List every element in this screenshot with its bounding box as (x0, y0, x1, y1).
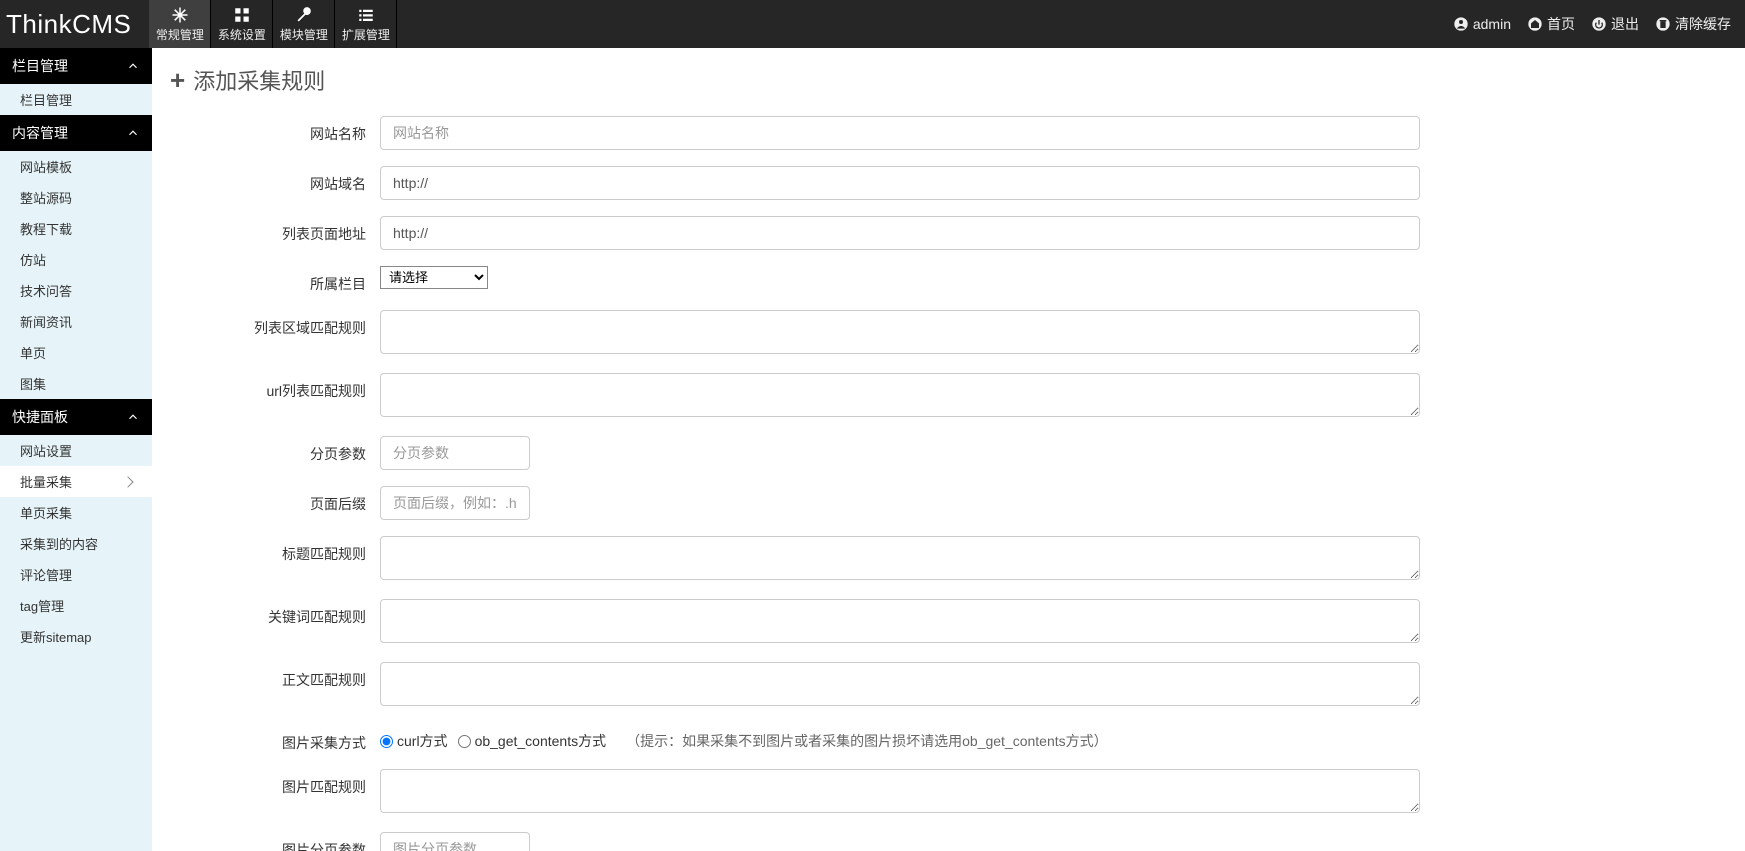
tab-system-settings[interactable]: 系统设置 (211, 0, 273, 48)
label-list-area-rule: 列表区域匹配规则 (170, 310, 380, 338)
sidebar-item-news[interactable]: 新闻资讯 (0, 306, 152, 337)
user-icon (1453, 16, 1469, 32)
top-tabs: 常规管理 系统设置 模块管理 扩展管理 (149, 0, 397, 48)
clear-cache-link[interactable]: 清除缓存 (1655, 14, 1731, 34)
chevron-right-icon (122, 476, 133, 487)
header-bar: ThinkCMS 常规管理 系统设置 模块管理 扩展管理 admin 首页 (0, 0, 1745, 48)
logo[interactable]: ThinkCMS (0, 0, 149, 48)
label-column: 所属栏目 (170, 266, 380, 294)
page-title: + 添加采集规则 (170, 64, 1721, 96)
chevron-up-icon (126, 410, 140, 424)
snowflake-icon (171, 6, 189, 24)
textarea-keyword-rule[interactable] (380, 599, 1420, 643)
logout-icon (1591, 16, 1607, 32)
textarea-list-area-rule[interactable] (380, 310, 1420, 354)
chevron-up-icon (126, 126, 140, 140)
home-icon (1527, 16, 1543, 32)
sidebar-item-qa[interactable]: 技术问答 (0, 275, 152, 306)
sidebar-item-templates[interactable]: 网站模板 (0, 151, 152, 182)
input-site-name[interactable] (380, 116, 1420, 150)
sidebar-item-tag[interactable]: tag管理 (0, 590, 152, 621)
sidebar-item-sitemap[interactable]: 更新sitemap (0, 621, 152, 652)
home-link[interactable]: 首页 (1527, 14, 1575, 34)
input-list-url[interactable] (380, 216, 1420, 250)
tab-extension-manage[interactable]: 扩展管理 (335, 0, 397, 48)
input-paging-param[interactable] (380, 436, 530, 470)
radio-obget[interactable]: ob_get_contents方式 (458, 731, 607, 751)
wrench-icon (295, 6, 313, 24)
sidebar-item-single-collect[interactable]: 单页采集 (0, 497, 152, 528)
label-page-suffix: 页面后缀 (170, 486, 380, 514)
sidebar-item-source[interactable]: 整站源码 (0, 182, 152, 213)
sidebar-group-content[interactable]: 内容管理 (0, 115, 152, 151)
label-keyword-rule: 关键词匹配规则 (170, 599, 380, 627)
input-page-suffix[interactable] (380, 486, 530, 520)
label-site-name: 网站名称 (170, 116, 380, 144)
input-site-domain[interactable] (380, 166, 1420, 200)
plus-icon: + (170, 67, 185, 93)
sidebar-item-collected[interactable]: 采集到的内容 (0, 528, 152, 559)
sidebar-item-tutorials[interactable]: 教程下载 (0, 213, 152, 244)
sidebar-item-clone[interactable]: 仿站 (0, 244, 152, 275)
tab-module-manage[interactable]: 模块管理 (273, 0, 335, 48)
chevron-up-icon (126, 59, 140, 73)
tab-general-manage[interactable]: 常规管理 (149, 0, 211, 48)
sidebar-item-comments[interactable]: 评论管理 (0, 559, 152, 590)
label-site-domain: 网站域名 (170, 166, 380, 194)
textarea-url-list-rule[interactable] (380, 373, 1420, 417)
label-body-rule: 正文匹配规则 (170, 662, 380, 690)
textarea-body-rule[interactable] (380, 662, 1420, 706)
input-image-paging[interactable] (380, 832, 530, 851)
label-paging-param: 分页参数 (170, 436, 380, 464)
sidebar-item-gallery[interactable]: 图集 (0, 368, 152, 399)
label-image-method: 图片采集方式 (170, 725, 380, 753)
image-method-tip: （提示：如果采集不到图片或者采集的图片损坏请选用ob_get_contents方… (626, 731, 1108, 751)
sidebar-group-column[interactable]: 栏目管理 (0, 48, 152, 84)
textarea-title-rule[interactable] (380, 536, 1420, 580)
trash-icon (1655, 16, 1671, 32)
user-menu[interactable]: admin (1453, 16, 1511, 32)
sidebar: 栏目管理 栏目管理 内容管理 网站模板 整站源码 教程下载 仿站 技术问答 新闻… (0, 48, 152, 851)
label-image-rule: 图片匹配规则 (170, 769, 380, 797)
header-right: admin 首页 退出 清除缓存 (1439, 0, 1745, 48)
textarea-image-rule[interactable] (380, 769, 1420, 813)
sidebar-item-column-manage[interactable]: 栏目管理 (0, 84, 152, 115)
label-image-paging: 图片分页参数 (170, 832, 380, 851)
label-url-list-rule: url列表匹配规则 (170, 373, 380, 401)
main-content: + 添加采集规则 网站名称 网站域名 列表页面地址 所属栏目 请选择 列表区域匹… (152, 48, 1745, 851)
radio-curl[interactable]: curl方式 (380, 731, 448, 751)
sidebar-group-panel[interactable]: 快捷面板 (0, 399, 152, 435)
sidebar-item-site-settings[interactable]: 网站设置 (0, 435, 152, 466)
label-list-url: 列表页面地址 (170, 216, 380, 244)
sidebar-item-single-page[interactable]: 单页 (0, 337, 152, 368)
logout-link[interactable]: 退出 (1591, 14, 1639, 34)
label-title-rule: 标题匹配规则 (170, 536, 380, 564)
sidebar-item-batch-collect[interactable]: 批量采集 (0, 466, 152, 497)
grid-icon (233, 6, 251, 24)
list-icon (357, 6, 375, 24)
select-column[interactable]: 请选择 (380, 266, 488, 289)
